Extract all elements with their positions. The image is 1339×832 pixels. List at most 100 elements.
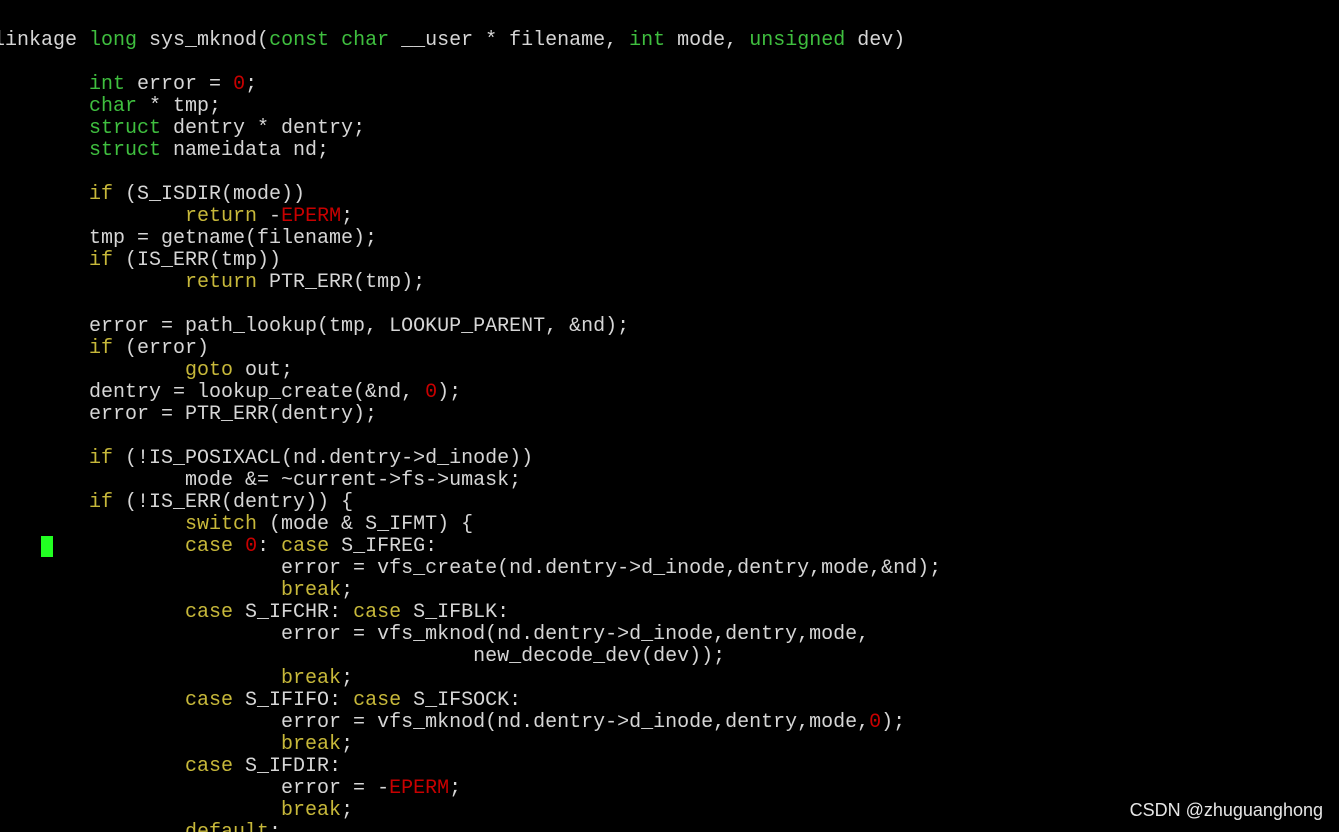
code-line: switch (mode & S_IFMT) { <box>0 514 941 536</box>
code-token: ; <box>341 205 354 228</box>
code-token: error = path_lookup(tmp, LOOKUP_PARENT, … <box>0 315 630 338</box>
code-token: default <box>185 821 269 832</box>
code-token: case <box>185 601 234 624</box>
code-token: case <box>185 535 234 558</box>
code-line: dentry = lookup_create(&nd, 0); <box>0 382 941 404</box>
code-token: error = vfs_mknod(nd.dentry->d_inode,den… <box>0 623 870 646</box>
code-token: EPERM <box>389 777 450 800</box>
code-token: S_IFREG: <box>329 535 438 558</box>
code-token: if <box>89 491 114 514</box>
code-token: ; <box>341 579 354 602</box>
code-token: case <box>185 755 234 778</box>
code-token: linkage <box>0 29 90 52</box>
code-token: (IS_ERR(tmp)) <box>113 249 282 272</box>
code-line: error = vfs_create(nd.dentry->d_inode,de… <box>0 558 941 580</box>
code-token: S_IFIFO: <box>233 689 354 712</box>
code-token: S_IFSOCK: <box>401 689 522 712</box>
code-token: S_IFCHR: <box>233 601 354 624</box>
code-token: struct <box>89 139 162 162</box>
code-token: ; <box>245 73 258 96</box>
code-token: switch <box>185 513 258 536</box>
code-token: EPERM <box>281 205 342 228</box>
code-line: case 0: case S_IFREG: <box>0 536 941 558</box>
code-token: if <box>89 447 114 470</box>
code-line: case S_IFIFO: case S_IFSOCK: <box>0 690 941 712</box>
code-line: default: <box>0 822 941 832</box>
code-token: error = vfs_mknod(nd.dentry->d_inode,den… <box>0 711 870 734</box>
code-line: error = PTR_ERR(dentry); <box>0 404 941 426</box>
code-token: break <box>281 579 342 602</box>
code-token: return <box>185 205 258 228</box>
code-token: sys_mknod( <box>137 29 270 52</box>
code-line: if (!IS_POSIXACL(nd.dentry->d_inode)) <box>0 448 941 470</box>
code-line: if (!IS_ERR(dentry)) { <box>0 492 941 514</box>
code-token: if <box>89 337 114 360</box>
code-line: return PTR_ERR(tmp); <box>0 272 941 294</box>
watermark: CSDN @zhuguanghong <box>1129 800 1323 820</box>
code-token: case <box>281 535 330 558</box>
code-token: dentry = lookup_create(&nd, <box>0 381 426 404</box>
code-token: __user * filename, <box>389 29 630 52</box>
code-token: int <box>629 29 666 52</box>
code-token: 0 <box>425 381 438 404</box>
code-line: char * tmp; <box>0 96 941 118</box>
code-token: * tmp; <box>137 95 222 118</box>
code-line: linkage long sys_mknod(const char __user… <box>0 30 941 52</box>
code-line: break; <box>0 668 941 690</box>
code-token: ; <box>341 799 354 822</box>
code-token: const <box>269 29 330 52</box>
code-token: tmp = getname(filename); <box>0 227 378 250</box>
code-token: break <box>281 667 342 690</box>
code-token: (S_ISDIR(mode)) <box>113 183 306 206</box>
code-token: 0 <box>233 73 246 96</box>
code-token: dev) <box>845 29 906 52</box>
code-token: unsigned <box>749 29 846 52</box>
code-token: mode &= ~current->fs->umask; <box>0 469 522 492</box>
code-token: new_decode_dev(dev)); <box>0 645 726 668</box>
code-token: ; <box>449 777 462 800</box>
code-line: error = path_lookup(tmp, LOOKUP_PARENT, … <box>0 316 941 338</box>
code-line: break; <box>0 800 941 822</box>
code-token: if <box>89 249 114 272</box>
code-token: case <box>353 601 402 624</box>
code-line: break; <box>0 734 941 756</box>
terminal-window[interactable]: linkage long sys_mknod(const char __user… <box>0 0 1339 832</box>
code-line: case S_IFDIR: <box>0 756 941 778</box>
code-token: : <box>269 821 281 832</box>
code-token: PTR_ERR(tmp); <box>257 271 426 294</box>
code-token: : <box>257 535 282 558</box>
code-line: error = vfs_mknod(nd.dentry->d_inode,den… <box>0 712 941 734</box>
code-token: error = - <box>0 777 390 800</box>
code-token: 0 <box>869 711 882 734</box>
code-token: (!IS_ERR(dentry)) { <box>113 491 354 514</box>
code-token: error = vfs_create(nd.dentry->d_inode,de… <box>0 557 942 580</box>
code-line: if (IS_ERR(tmp)) <box>0 250 941 272</box>
code-token: ; <box>341 667 354 690</box>
code-line: new_decode_dev(dev)); <box>0 646 941 668</box>
text-cursor <box>41 536 53 557</box>
code-line: break; <box>0 580 941 602</box>
code-token: ); <box>437 381 462 404</box>
code-token: mode, <box>665 29 750 52</box>
